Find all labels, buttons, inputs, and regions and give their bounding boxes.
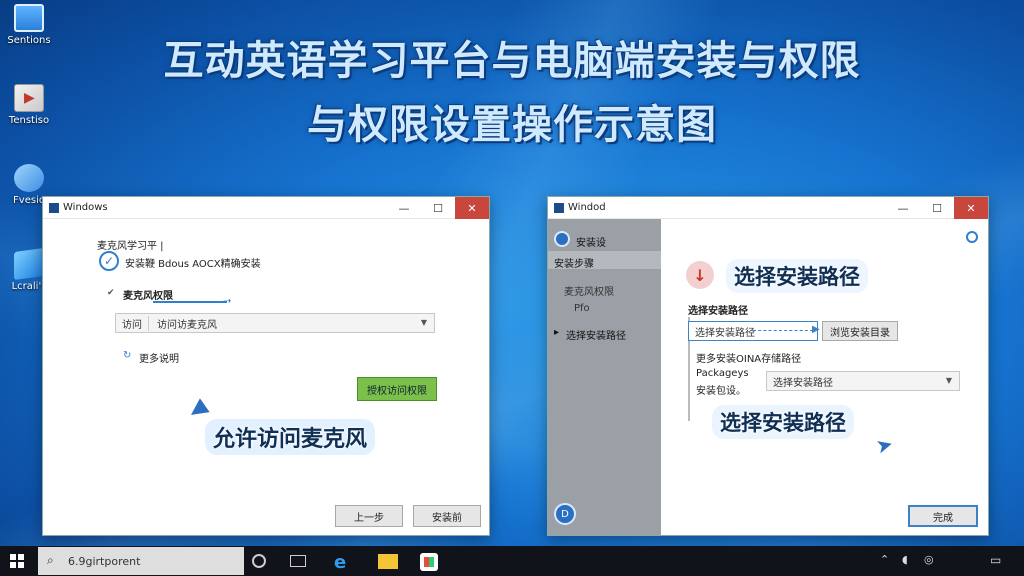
window-titlebar: Windows — ☐ ✕ xyxy=(43,197,489,219)
arrow-right-icon: ➝ xyxy=(223,296,232,307)
package-path-dropdown[interactable]: 选择安装路径 ▼ xyxy=(766,371,960,391)
browse-button[interactable]: 浏览安装目录 xyxy=(822,321,898,341)
sidebar-subheader: 安装步骤 xyxy=(554,259,594,270)
cortana-icon[interactable] xyxy=(252,554,266,568)
arrow-right-icon: ▶ xyxy=(812,324,820,335)
install-path-description: 更多安装OINA存储路径 xyxy=(696,354,802,365)
download-arrow-icon: ↓ xyxy=(686,261,714,289)
start-windows-icon[interactable] xyxy=(10,554,24,568)
windows-icon xyxy=(14,247,44,281)
task-view-icon[interactable] xyxy=(290,555,306,567)
install-path-window: Windod — ☐ ✕ 安装设 安装步骤 麦克风权限 Pfo ▸ 选择安装路径… xyxy=(547,196,989,536)
arrow-underline xyxy=(153,301,227,303)
callout-allow-microphone: 允许访问麦克风 xyxy=(205,419,376,455)
install-status-text: 安装鞭 Bdous AOCX精确安装 xyxy=(125,259,261,270)
dropdown-value: 访问访麦克风 xyxy=(157,319,217,331)
callout-select-path-top: 选择安装路径 xyxy=(726,259,868,293)
sidebar-item-microphone[interactable]: 麦克风权限 xyxy=(564,283,614,298)
install-path-heading: 选择安装路径 xyxy=(688,306,748,317)
tray-chevron-up-icon[interactable]: ⌃ xyxy=(880,553,900,573)
info-icon: ↻ xyxy=(123,350,132,361)
window-titlebar: Windod — ☐ ✕ xyxy=(548,197,988,219)
app-circle-icon xyxy=(554,231,570,247)
pointer-arrow-icon: ➤ xyxy=(873,431,896,459)
dropdown-prefix: 访问 xyxy=(122,315,149,331)
section-label: 麦克风学习平 | xyxy=(97,241,164,252)
notification-icon[interactable]: ▭ xyxy=(990,553,1010,573)
app-logo-icon xyxy=(554,203,564,213)
speaker-icon[interactable]: ◖ xyxy=(902,553,922,573)
finish-button[interactable]: 完成 xyxy=(908,505,978,527)
search-text: 6.9girtporent xyxy=(68,554,141,568)
window-title: Windod xyxy=(568,202,606,213)
dropdown-value: 选择安装路径 xyxy=(773,377,833,389)
file-explorer-icon[interactable] xyxy=(378,554,398,569)
info-text: 更多说明 xyxy=(139,354,179,365)
grant-permission-button[interactable]: 授权访问权限 xyxy=(357,377,437,401)
network-icon xyxy=(14,164,44,192)
previous-button[interactable]: 上一步 xyxy=(335,505,403,527)
package-label-line2: 安装包设。 xyxy=(696,386,746,397)
sidebar-item-pfo[interactable]: Pfo xyxy=(574,303,590,314)
dashed-arrow xyxy=(753,330,813,331)
sidebar-item-install-path[interactable]: 选择安装路径 xyxy=(566,327,626,342)
microphone-access-dropdown[interactable]: 访问 访问访麦克风 ▼ xyxy=(115,313,435,333)
search-icon: ⌕ xyxy=(47,553,54,567)
package-label-line1: Packageys xyxy=(696,368,749,379)
minimize-button[interactable]: — xyxy=(886,197,920,219)
headline-line2: 与权限设置操作示意图 xyxy=(307,102,717,148)
install-path-input[interactable]: 选择安装路径 xyxy=(688,321,818,341)
maximize-button[interactable]: ☐ xyxy=(421,197,455,219)
network-status-icon[interactable]: ◎ xyxy=(924,553,944,573)
close-button[interactable]: ✕ xyxy=(954,197,988,219)
microphone-permission-window: Windows — ☐ ✕ 麦克风学习平 | ✓ 安装鞭 Bdous AOCX精… xyxy=(42,196,490,536)
status-ring-icon xyxy=(966,231,978,243)
maximize-button[interactable]: ☐ xyxy=(920,197,954,219)
taskbar: ⌕ 6.9girtporent e ⌃ ◖ ◎ ▭ xyxy=(0,546,1024,576)
close-button[interactable]: ✕ xyxy=(455,197,489,219)
store-icon[interactable] xyxy=(420,553,438,571)
pointer-arrow-icon: ◀ xyxy=(183,394,212,425)
check-circle-icon: ✓ xyxy=(99,251,119,271)
microphone-permission-heading: 麦克风权限 xyxy=(123,291,173,302)
window-title: Windows xyxy=(63,202,108,213)
expand-chevron-icon[interactable]: ✔ xyxy=(107,288,115,298)
sidebar-bullet-icon: ▸ xyxy=(554,327,560,338)
app-logo-icon xyxy=(49,203,59,213)
install-button[interactable]: 安装前 xyxy=(413,505,481,527)
help-icon[interactable]: D xyxy=(554,503,576,525)
chevron-down-icon: ▼ xyxy=(945,376,952,385)
chevron-down-icon: ▼ xyxy=(420,318,427,327)
callout-select-path-bottom: 选择安装路径 xyxy=(712,405,854,439)
install-sidebar: 安装设 安装步骤 麦克风权限 Pfo ▸ 选择安装路径 D xyxy=(548,219,661,535)
minimize-button[interactable]: — xyxy=(387,197,421,219)
install-path-value: 选择安装路径 xyxy=(695,327,755,339)
headline-line1: 互动英语学习平台与电脑端安装与权限 xyxy=(163,38,861,84)
sidebar-header: 安装设 xyxy=(576,238,606,249)
edge-browser-icon[interactable]: e xyxy=(334,552,354,573)
taskbar-search-box[interactable]: ⌕ 6.9girtporent xyxy=(38,547,244,575)
